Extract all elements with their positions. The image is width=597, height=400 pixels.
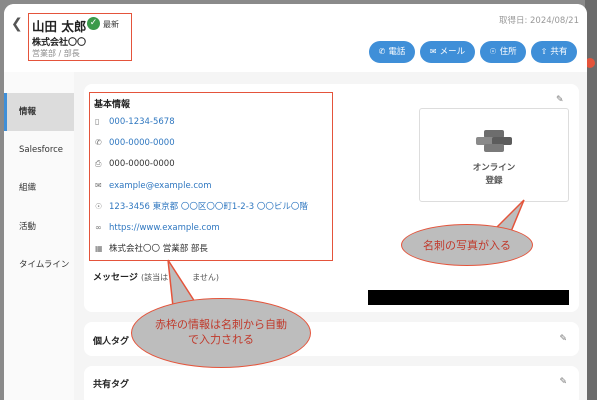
mobile-icon: ▯ — [95, 117, 100, 126]
photo-label-line2: 登録 — [485, 176, 503, 186]
fax-icon: ⎙ — [95, 159, 102, 168]
link-icon: ∞ — [95, 223, 102, 232]
sidebar: 情報 Salesforce 組織 活動 タイムライン — [4, 72, 74, 400]
basic-info-highlight-box: 基本情報 ▯ 000-1234-5678 ✆ 000-0000-0000 ⎙ 000-… — [89, 92, 333, 261]
phone-button-label: 電話 — [388, 47, 406, 57]
photo-label-line1: オンライン — [472, 163, 516, 173]
postal-address[interactable]: 123-3456 東京都 〇〇区〇〇町1-2-3 〇〇ビル〇階 — [109, 202, 308, 212]
fax-row: ⎙ 000-0000-0000 — [95, 157, 175, 171]
sidebar-item-info[interactable]: 情報 — [4, 93, 74, 131]
basic-info-title: 基本情報 — [94, 100, 131, 110]
address-button[interactable]: ☉ 住所 — [480, 41, 526, 63]
name-highlight-box: 山田 太郎 ✓ 最新 株式会社〇〇 営業部 / 部長 — [28, 13, 132, 61]
share-icon: ⇧ — [540, 47, 548, 56]
company-name: 株式会社〇〇 — [32, 38, 87, 48]
red-frame-annotation-line1: 赤枠の情報は名刺から自動 — [155, 318, 287, 331]
check-circle-icon: ✓ — [87, 17, 100, 30]
photo-annotation-text: 名刺の写真が入る — [423, 239, 511, 252]
shared-tag-label: 共有タグ — [93, 380, 130, 390]
url-row[interactable]: ∞ https://www.example.com — [95, 221, 220, 235]
redacted-bar — [368, 290, 569, 305]
email-address[interactable]: example@example.com — [109, 181, 212, 191]
business-card-photo[interactable]: オンライン 登録 — [419, 108, 569, 202]
red-frame-annotation-bubble: 赤枠の情報は名刺から自動 で入力される — [131, 298, 311, 368]
department-title: 営業部 / 部長 — [32, 49, 80, 58]
mail-icon: ✉ — [95, 181, 102, 190]
phone-number[interactable]: 000-0000-0000 — [109, 138, 175, 148]
sidebar-item-salesforce[interactable]: Salesforce — [4, 131, 74, 169]
mail-icon: ✉ — [429, 47, 437, 56]
organization-text: 株式会社〇〇 営業部 部長 — [109, 244, 208, 254]
online-registration-logo-icon — [476, 130, 512, 152]
chevron-left-icon[interactable]: ❮ — [11, 16, 23, 32]
organization-row: ▦ 株式会社〇〇 営業部 部長 — [95, 242, 208, 256]
address-button-label: 住所 — [499, 47, 517, 57]
edit-pencil-icon[interactable]: ✎ — [556, 95, 564, 105]
location-icon: ☉ — [489, 47, 497, 56]
sidebar-item-activity[interactable]: 活動 — [4, 208, 74, 246]
sidebar-item-timeline[interactable]: タイムライン — [4, 246, 74, 284]
share-button[interactable]: ⇧ 共有 — [531, 41, 577, 63]
edit-pencil-icon[interactable]: ✎ — [559, 377, 567, 387]
building-icon: ▦ — [95, 244, 103, 253]
email-row[interactable]: ✉ example@example.com — [95, 179, 212, 193]
shared-tag-panel: 共有タグ ✎ — [84, 366, 579, 400]
phone-icon: ✆ — [95, 138, 102, 147]
sidebar-item-organization[interactable]: 組織 — [4, 169, 74, 207]
mail-button[interactable]: ✉ メール — [420, 41, 475, 63]
message-label: メッセージ — [93, 273, 138, 283]
acquired-date: 取得日: 2024/08/21 — [498, 16, 579, 26]
mobile-row[interactable]: ▯ 000-1234-5678 — [95, 115, 175, 129]
personal-tag-label: 個人タグ — [93, 337, 130, 347]
latest-badge: 最新 — [103, 20, 119, 29]
mail-button-label: メール — [439, 47, 466, 57]
share-button-label: 共有 — [550, 47, 568, 57]
address-row[interactable]: ☉ 123-3456 東京都 〇〇区〇〇町1-2-3 〇〇ビル〇階 — [95, 200, 308, 214]
contact-header: ❮ 山田 太郎 ✓ 最新 株式会社〇〇 営業部 / 部長 取得日: 2024/0… — [4, 4, 587, 72]
phone-button[interactable]: ✆ 電話 — [369, 41, 415, 63]
website-url[interactable]: https://www.example.com — [109, 223, 220, 233]
mobile-number[interactable]: 000-1234-5678 — [109, 117, 175, 127]
contact-name: 山田 太郎 — [32, 19, 87, 34]
fax-number: 000-0000-0000 — [109, 159, 175, 169]
location-icon: ☉ — [95, 202, 103, 211]
phone-row[interactable]: ✆ 000-0000-0000 — [95, 136, 175, 150]
red-frame-annotation-line2: で入力される — [188, 333, 254, 346]
phone-icon: ✆ — [378, 47, 386, 56]
photo-annotation-bubble: 名刺の写真が入る — [401, 224, 533, 266]
edit-pencil-icon[interactable]: ✎ — [559, 334, 567, 344]
